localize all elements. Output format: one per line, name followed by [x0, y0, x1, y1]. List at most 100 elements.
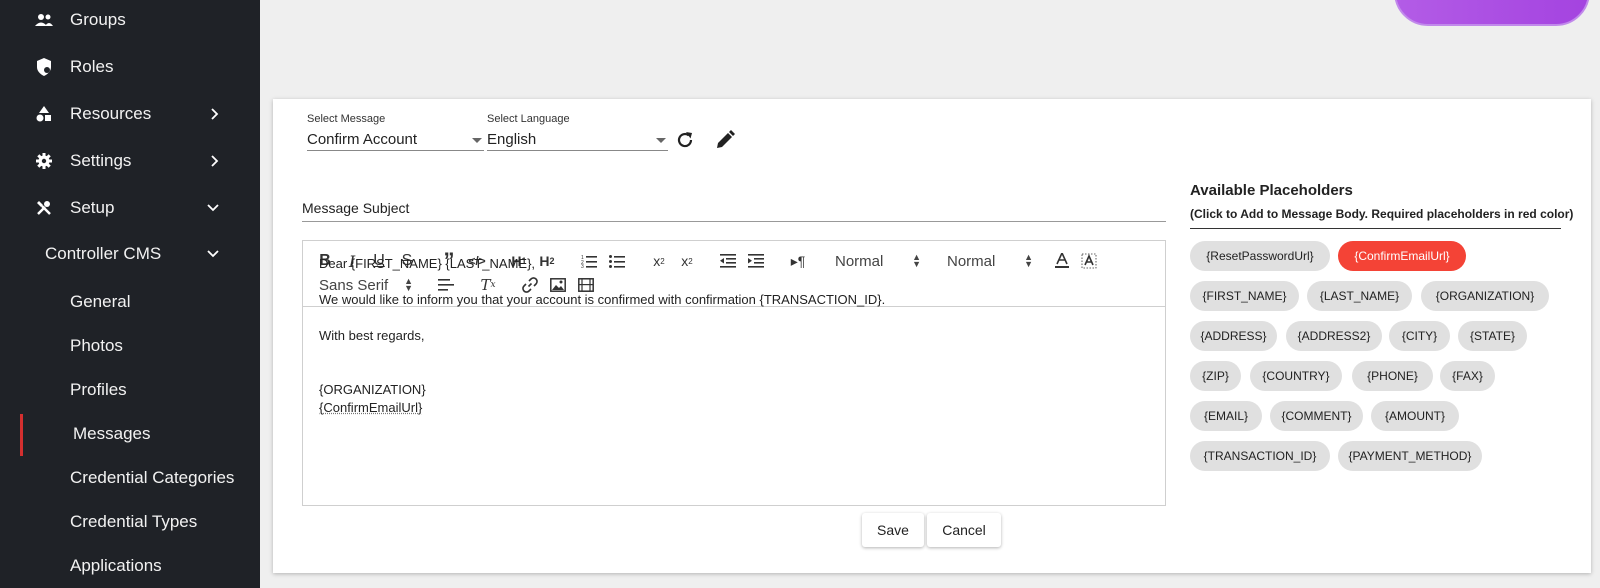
placeholder-chip[interactable]: {COMMENT} — [1270, 401, 1363, 431]
logo-text: Ot — [1456, 0, 1531, 12]
select-language[interactable]: Select Language English — [487, 113, 668, 151]
tools-icon — [35, 199, 53, 217]
sidebar-subitem-label: Credential Types — [70, 512, 198, 531]
roles-icon — [35, 58, 53, 76]
placeholder-chip[interactable]: {AMOUNT} — [1371, 401, 1459, 431]
select-language-label: Select Language — [487, 113, 570, 125]
sidebar-subitem-label: Credential Categories — [70, 468, 235, 487]
bullet-list-icon[interactable] — [607, 251, 627, 271]
placeholder-chip[interactable]: {FIRST_NAME} — [1190, 281, 1299, 311]
rich-text-editor: B I U S ” </> H1 H2 123 x2 x2 ▸¶ Normal … — [302, 240, 1166, 506]
font-size-value: Normal — [947, 252, 996, 270]
sidebar-item-roles[interactable]: Roles — [0, 47, 260, 87]
sidebar-subitem-messages[interactable]: Messages — [0, 416, 260, 452]
sidebar-subitem-label: Profiles — [70, 380, 127, 399]
placeholders-subtitle: (Click to Add to Message Body. Required … — [1190, 207, 1574, 221]
placeholder-chip[interactable]: {LAST_NAME} — [1307, 281, 1412, 311]
sidebar-subitem-applications[interactable]: Applications — [0, 548, 260, 584]
body-line: Dear {FIRST_NAME} {LAST_NAME}, — [319, 256, 536, 271]
header-format-value: Normal — [835, 252, 884, 270]
chevron-right-icon — [208, 107, 222, 121]
superscript-icon[interactable]: x2 — [677, 251, 697, 271]
body-line: {ORGANIZATION} — [319, 382, 426, 397]
select-language-dropdown[interactable]: English — [487, 129, 668, 151]
save-button[interactable]: Save — [862, 513, 924, 547]
sidebar-section-label: Controller CMS — [45, 244, 162, 263]
sidebar-item-resources[interactable]: Resources — [0, 94, 260, 134]
cancel-button[interactable]: Cancel — [927, 513, 1001, 547]
heading-2-icon[interactable]: H2 — [537, 251, 557, 271]
sidebar-subitem-photos[interactable]: Photos — [0, 328, 260, 364]
subscript-icon[interactable]: x2 — [649, 251, 669, 271]
indent-icon[interactable] — [746, 251, 766, 271]
text-color-icon[interactable] — [1052, 251, 1072, 271]
sidebar-item-setup[interactable]: Setup — [0, 188, 260, 228]
body-line: With best regards, — [319, 328, 425, 343]
sidebar-item-groups[interactable]: Groups — [0, 0, 260, 40]
placeholder-chip[interactable]: {PAYMENT_METHOD} — [1338, 441, 1482, 471]
body-line: {ConfirmEmailUrl} — [319, 400, 423, 415]
refresh-icon[interactable] — [672, 127, 698, 153]
placeholders-title: Available Placeholders — [1190, 182, 1353, 199]
groups-icon — [35, 11, 53, 29]
select-message-label: Select Message — [307, 113, 386, 125]
sidebar: Groups Roles Resources Settings Setup Co… — [0, 0, 260, 588]
up-down-caret-icon: ▲ ▼ — [912, 252, 921, 269]
message-subject-input[interactable]: Message Subject — [302, 192, 1166, 222]
edit-pencil-icon[interactable] — [712, 127, 738, 153]
chevron-down-icon — [206, 247, 220, 261]
ordered-list-icon[interactable]: 123 — [579, 251, 599, 271]
select-message-value: Confirm Account — [307, 131, 418, 148]
placeholder-chip[interactable]: {ORGANIZATION} — [1421, 281, 1549, 311]
sidebar-subitem-credential-types[interactable]: Credential Types — [0, 504, 260, 540]
sidebar-item-label: Resources — [70, 104, 152, 123]
sidebar-section-controller-cms[interactable]: Controller CMS — [0, 234, 260, 274]
up-down-caret-icon: ▲ ▼ — [1024, 252, 1033, 269]
message-editor-card: Select Message Confirm Account Select La… — [273, 99, 1591, 573]
select-message-dropdown[interactable]: Confirm Account — [307, 129, 484, 151]
sidebar-subitem-label: Messages — [73, 424, 151, 443]
header-format-select[interactable]: Normal ▲ ▼ — [835, 251, 921, 271]
sidebar-item-label: Settings — [70, 151, 132, 170]
placeholders-divider — [1190, 228, 1561, 229]
select-message[interactable]: Select Message Confirm Account — [307, 113, 484, 151]
placeholder-chip[interactable]: {ResetPasswordUrl} — [1190, 241, 1330, 271]
placeholder-chip[interactable]: {COUNTRY} — [1250, 361, 1342, 391]
placeholder-chip[interactable]: {CITY} — [1389, 321, 1450, 351]
placeholder-chip-required[interactable]: {ConfirmEmailUrl} — [1338, 241, 1466, 271]
placeholder-chip[interactable]: {TRANSACTION_ID} — [1190, 441, 1330, 471]
text-direction-icon[interactable]: ▸¶ — [788, 251, 808, 271]
placeholder-chip[interactable]: {PHONE} — [1352, 361, 1433, 391]
gear-icon — [35, 152, 53, 170]
placeholder-chip[interactable]: {ADDRESS2} — [1286, 321, 1382, 351]
message-subject-placeholder: Message Subject — [302, 200, 410, 216]
chevron-right-icon — [208, 154, 222, 168]
sidebar-subitem-general[interactable]: General — [0, 284, 260, 320]
sidebar-item-settings[interactable]: Settings — [0, 141, 260, 181]
chevron-down-icon — [206, 201, 220, 215]
sidebar-subitem-label: General — [70, 292, 131, 311]
sidebar-item-label: Setup — [70, 198, 115, 217]
sidebar-item-label: Roles — [70, 57, 114, 76]
dropdown-caret-icon — [656, 138, 666, 143]
placeholder-chip[interactable]: {ADDRESS} — [1190, 321, 1277, 351]
background-color-icon[interactable] — [1079, 251, 1099, 271]
placeholder-chip[interactable]: {ZIP} — [1190, 361, 1241, 391]
body-line: We would like to inform you that your ac… — [319, 292, 886, 307]
sidebar-item-label: Groups — [70, 10, 126, 29]
select-language-value: English — [487, 131, 537, 148]
sidebar-subitem-label: Photos — [70, 336, 123, 355]
font-size-select[interactable]: Normal ▲ ▼ — [947, 251, 1033, 271]
placeholder-chip[interactable]: {EMAIL} — [1190, 401, 1262, 431]
outdent-icon[interactable] — [718, 251, 738, 271]
placeholder-chip[interactable]: {FAX} — [1440, 361, 1495, 391]
logo: Ot — [1394, 0, 1590, 26]
up-down-caret-icon: ▲ ▼ — [404, 276, 413, 293]
resources-icon — [35, 105, 53, 123]
sidebar-subitem-profiles[interactable]: Profiles — [0, 372, 260, 408]
svg-text:3: 3 — [581, 264, 584, 268]
placeholder-chip[interactable]: {STATE} — [1458, 321, 1527, 351]
sidebar-subitem-label: Applications — [70, 556, 162, 575]
dropdown-caret-icon — [472, 138, 482, 143]
sidebar-subitem-credential-categories[interactable]: Credential Categories — [0, 460, 260, 496]
